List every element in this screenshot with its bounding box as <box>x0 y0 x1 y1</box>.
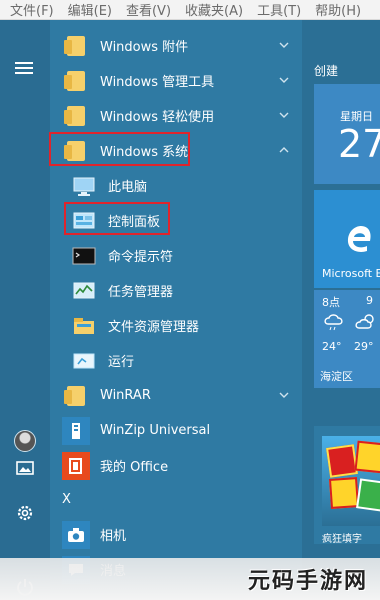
chevron-down-icon <box>279 77 289 83</box>
app-run[interactable]: 运行 <box>50 343 302 378</box>
weather-time-1: 8点 <box>322 296 340 309</box>
edge-tile-label: Microsoft E <box>322 267 380 280</box>
chevron-down-icon <box>279 112 289 118</box>
folder-windows-accessories[interactable]: Windows 附件 <box>50 28 302 63</box>
settings-gear-icon[interactable] <box>13 501 37 525</box>
section-header-x[interactable]: X <box>62 492 71 507</box>
app-my-office[interactable]: 我的 Office <box>50 448 302 483</box>
list-item-label: Windows 管理工具 <box>100 75 215 90</box>
browser-menubar: 文件(F) 编辑(E) 查看(V) 收藏夹(A) 工具(T) 帮助(H) <box>0 0 380 20</box>
list-item-label: 此电脑 <box>108 180 148 195</box>
task-manager-icon <box>70 277 98 305</box>
app-list: Windows 附件 Windows 管理工具 Windows 轻松使用 Win… <box>49 20 302 600</box>
folder-icon <box>62 32 90 60</box>
folder-icon <box>62 382 90 410</box>
folder-icon <box>62 67 90 95</box>
weather-location: 海淀区 <box>320 370 353 383</box>
list-item-label: Windows 轻松使用 <box>100 110 215 125</box>
start-left-rail <box>0 20 50 600</box>
folder-winrar[interactable]: WinRAR <box>50 378 302 413</box>
chevron-up-icon <box>279 147 289 153</box>
edge-tile[interactable]: Microsoft E <box>314 190 380 288</box>
game-tile[interactable]: 疯狂填字 <box>314 426 380 545</box>
run-icon <box>70 347 98 375</box>
menu-tools[interactable]: 工具(T) <box>257 0 301 19</box>
menu-edit[interactable]: 编辑(E) <box>68 0 112 19</box>
file-explorer-icon <box>70 312 98 340</box>
highlight-box-windows-system <box>49 132 190 166</box>
office-icon <box>62 451 90 480</box>
terminal-icon <box>70 242 98 270</box>
pictures-icon[interactable] <box>13 456 37 480</box>
folder-icon <box>62 102 90 130</box>
list-item-label: WinZip Universal <box>100 423 211 438</box>
chevron-down-icon <box>279 42 289 48</box>
cloud-sun-icon <box>355 314 374 329</box>
highlight-box-control-panel <box>64 202 170 235</box>
user-avatar[interactable] <box>14 430 36 452</box>
app-camera[interactable]: 相机 <box>50 517 302 552</box>
folder-windows-admin-tools[interactable]: Windows 管理工具 <box>50 63 302 98</box>
list-item-label: 文件资源管理器 <box>108 320 200 335</box>
list-item-label: 我的 Office <box>100 460 169 475</box>
game-tile-artwork <box>322 436 380 526</box>
watermark-text: 元码手游网 <box>247 569 368 594</box>
tiles-group-header: 创建 <box>314 64 339 78</box>
app-command-prompt[interactable]: 命令提示符 <box>50 238 302 273</box>
weather-temp-2: 29° <box>354 340 374 353</box>
computer-icon <box>70 172 98 200</box>
calendar-day: 27 <box>338 122 380 166</box>
app-file-explorer[interactable]: 文件资源管理器 <box>50 308 302 343</box>
winzip-icon <box>62 416 90 445</box>
chevron-down-icon <box>279 392 289 398</box>
menu-help[interactable]: 帮助(H) <box>315 0 361 19</box>
hamburger-menu-icon[interactable] <box>15 62 33 74</box>
list-item-label: 运行 <box>108 355 135 370</box>
menu-file[interactable]: 文件(F) <box>10 0 54 19</box>
weather-tile[interactable]: 8点 9 24° 29° 海淀区 <box>314 290 380 388</box>
app-winzip-universal[interactable]: WinZip Universal <box>50 413 302 448</box>
camera-icon <box>62 520 90 549</box>
live-tiles: 创建 星期日 27 Microsoft E 8点 9 24° 29° 海淀区 疯… <box>302 20 380 600</box>
menu-favorites[interactable]: 收藏夹(A) <box>185 0 243 19</box>
edge-icon <box>347 226 371 252</box>
weather-time-2: 9 <box>366 294 373 307</box>
list-item-label: Windows 附件 <box>100 40 189 55</box>
list-item-label: WinRAR <box>100 388 151 403</box>
calendar-tile[interactable]: 星期日 27 <box>314 84 380 184</box>
list-item-label: 任务管理器 <box>108 285 174 300</box>
list-item-label: 命令提示符 <box>108 250 174 265</box>
folder-windows-ease-of-access[interactable]: Windows 轻松使用 <box>50 98 302 133</box>
app-this-pc[interactable]: 此电脑 <box>50 168 302 203</box>
game-tile-label: 疯狂填字 <box>322 534 362 545</box>
cloud-rain-icon <box>324 314 343 331</box>
app-task-manager[interactable]: 任务管理器 <box>50 273 302 308</box>
menu-view[interactable]: 查看(V) <box>126 0 171 19</box>
weather-temp-1: 24° <box>322 340 342 353</box>
site-watermark: 元码手游网 <box>0 558 380 600</box>
list-item-label: 相机 <box>100 529 127 544</box>
